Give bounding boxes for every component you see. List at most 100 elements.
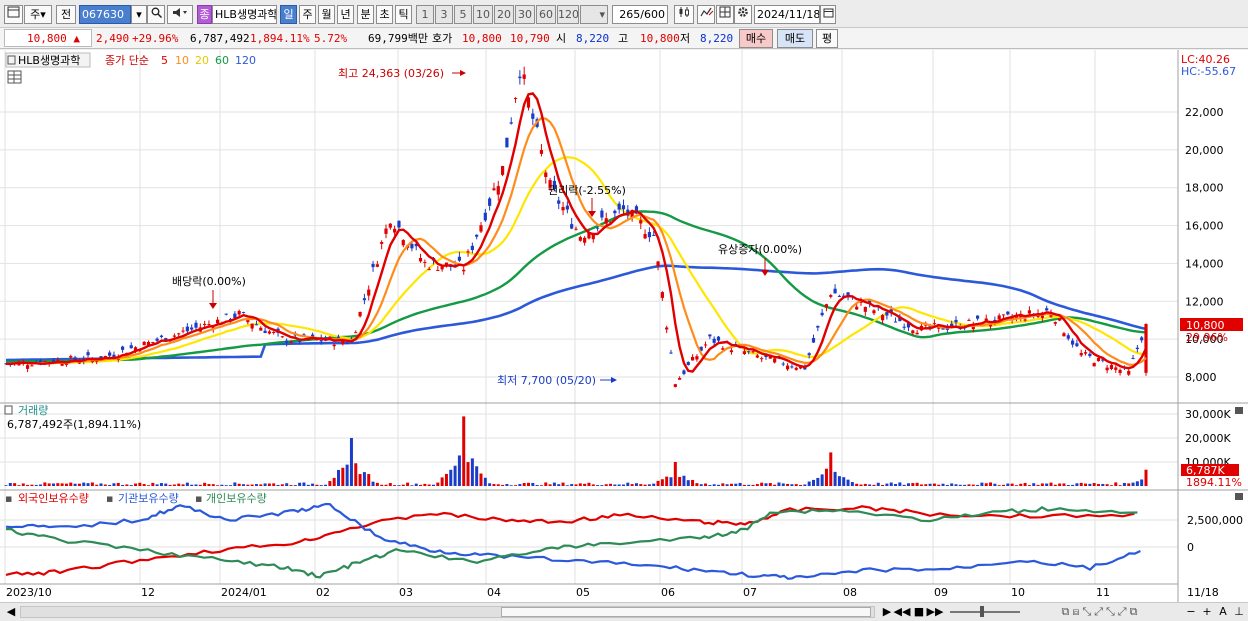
- volume-bar: [613, 484, 617, 486]
- scroll-right-button[interactable]: ▶: [880, 604, 894, 620]
- zoom-out-button[interactable]: −: [1184, 604, 1198, 620]
- volume-bar: [436, 482, 440, 486]
- volume-bar: [786, 483, 790, 486]
- indicator-button[interactable]: [697, 5, 715, 24]
- volume-bar: [1010, 483, 1014, 486]
- settings-button[interactable]: [734, 5, 752, 24]
- interval-3[interactable]: 3: [435, 5, 453, 24]
- sound-button[interactable]: [167, 5, 193, 24]
- candle-body: [336, 336, 341, 338]
- candle-body: [250, 323, 254, 329]
- interval-30[interactable]: 30: [515, 5, 535, 24]
- ma20-legend: 20: [195, 54, 209, 67]
- candle-body: [1135, 347, 1139, 350]
- candle-body: [1127, 370, 1131, 375]
- candle-body: [440, 266, 444, 270]
- x-tick-label: 03: [399, 586, 413, 599]
- volume-bar: [483, 477, 487, 486]
- volume-bar: [384, 484, 388, 486]
- code-dropdown-button[interactable]: ▾: [131, 5, 147, 24]
- horizontal-scrollbar[interactable]: [20, 606, 875, 618]
- period-week-tab[interactable]: 주: [299, 5, 316, 24]
- interval-5[interactable]: 5: [454, 5, 472, 24]
- scroll-left-button[interactable]: ◀: [4, 604, 18, 620]
- sell-button[interactable]: 매도: [777, 29, 813, 48]
- period-year-tab[interactable]: 년: [337, 5, 354, 24]
- volume-bar: [1105, 484, 1109, 486]
- last-button[interactable]: ▶▶: [926, 604, 944, 620]
- candle-body: [660, 292, 664, 298]
- candle-body: [332, 344, 336, 347]
- volume-bar: [302, 482, 306, 486]
- zoom-slider[interactable]: [950, 606, 1020, 617]
- interval-60[interactable]: 60: [536, 5, 556, 24]
- font-button[interactable]: A: [1216, 604, 1230, 620]
- candle-body: [975, 315, 980, 319]
- candle-body: [669, 352, 673, 354]
- print-button[interactable]: [716, 5, 734, 24]
- volume-bar: [427, 484, 431, 486]
- volume-bar: [967, 484, 971, 486]
- count-value: 265: [619, 8, 641, 21]
- interval-1[interactable]: 1: [416, 5, 434, 24]
- panel-close-icon[interactable]: [1235, 493, 1243, 500]
- period-minute-tab[interactable]: 분: [357, 5, 374, 24]
- search-button[interactable]: [147, 5, 165, 24]
- order-type-select[interactable]: 주▾: [24, 5, 52, 24]
- candle-body: [298, 340, 302, 342]
- volume-bar: [548, 484, 552, 486]
- volume-bar: [760, 482, 764, 486]
- volume-bar: [630, 484, 634, 486]
- candle-body: [522, 74, 526, 79]
- interval-custom-select[interactable]: ▾: [580, 5, 608, 24]
- stock-code-input[interactable]: 067630: [79, 5, 131, 24]
- zoom-slider-handle[interactable]: [980, 606, 984, 617]
- volume-bar: [885, 483, 889, 486]
- scrollbar-thumb[interactable]: [501, 607, 871, 617]
- stock-chart[interactable]: HLB생명과학 종가 단순 5 10 20 60 120 22,00020,00…: [0, 50, 1248, 602]
- volume-bar: [717, 484, 720, 486]
- interval-20[interactable]: 20: [494, 5, 514, 24]
- volume-bar: [358, 474, 362, 486]
- candle: [505, 137, 509, 148]
- period-second-tab[interactable]: 초: [376, 5, 393, 24]
- candle-body: [86, 352, 90, 356]
- volume-bar: [276, 484, 280, 486]
- volume-bar: [34, 484, 38, 486]
- price-tick-label: 14,000: [1185, 257, 1224, 270]
- chart-tools-icons[interactable]: ⧉⧈⤡⤢⤡⤢⧉: [1026, 604, 1176, 620]
- evaluate-button[interactable]: 평: [816, 29, 838, 48]
- period-month-tab[interactable]: 월: [318, 5, 335, 24]
- interval-10[interactable]: 10: [473, 5, 493, 24]
- pin-icon[interactable]: ⊥: [1232, 604, 1246, 620]
- date-field[interactable]: 2024/11/18: [754, 5, 820, 24]
- volume-bar: [850, 482, 854, 486]
- candle-type-button[interactable]: [674, 5, 694, 24]
- volume-bar: [95, 484, 99, 486]
- first-button[interactable]: ◀◀: [893, 604, 911, 620]
- interval-120[interactable]: 120: [557, 5, 579, 24]
- volume-bar: [224, 485, 228, 486]
- volume-bar: [168, 484, 172, 486]
- stock-name-field[interactable]: HLB생명과학: [212, 5, 277, 24]
- volume-bar: [30, 484, 34, 486]
- layout-icon[interactable]: [4, 5, 23, 24]
- data-count-field[interactable]: 265/600: [612, 5, 668, 24]
- volume-bar: [13, 483, 17, 486]
- calendar-button[interactable]: [820, 5, 836, 24]
- volume-bar: [164, 483, 168, 486]
- annotation-high: 최고 24,363 (03/26): [338, 67, 444, 80]
- volume-bar: [440, 477, 444, 486]
- period-day-tab[interactable]: 일: [280, 5, 297, 24]
- volume-bar: [837, 476, 841, 486]
- stop-button[interactable]: ■: [912, 604, 926, 620]
- candle-body: [911, 330, 915, 334]
- prev-button[interactable]: 전: [56, 5, 76, 24]
- period-tick-tab[interactable]: 틱: [395, 5, 412, 24]
- candle-body: [539, 150, 544, 154]
- buy-button[interactable]: 매수: [739, 29, 773, 48]
- panel-close-icon[interactable]: [1235, 407, 1243, 414]
- volume-bar: [963, 484, 967, 486]
- candle-body: [574, 228, 578, 230]
- zoom-in-button[interactable]: +: [1200, 604, 1214, 620]
